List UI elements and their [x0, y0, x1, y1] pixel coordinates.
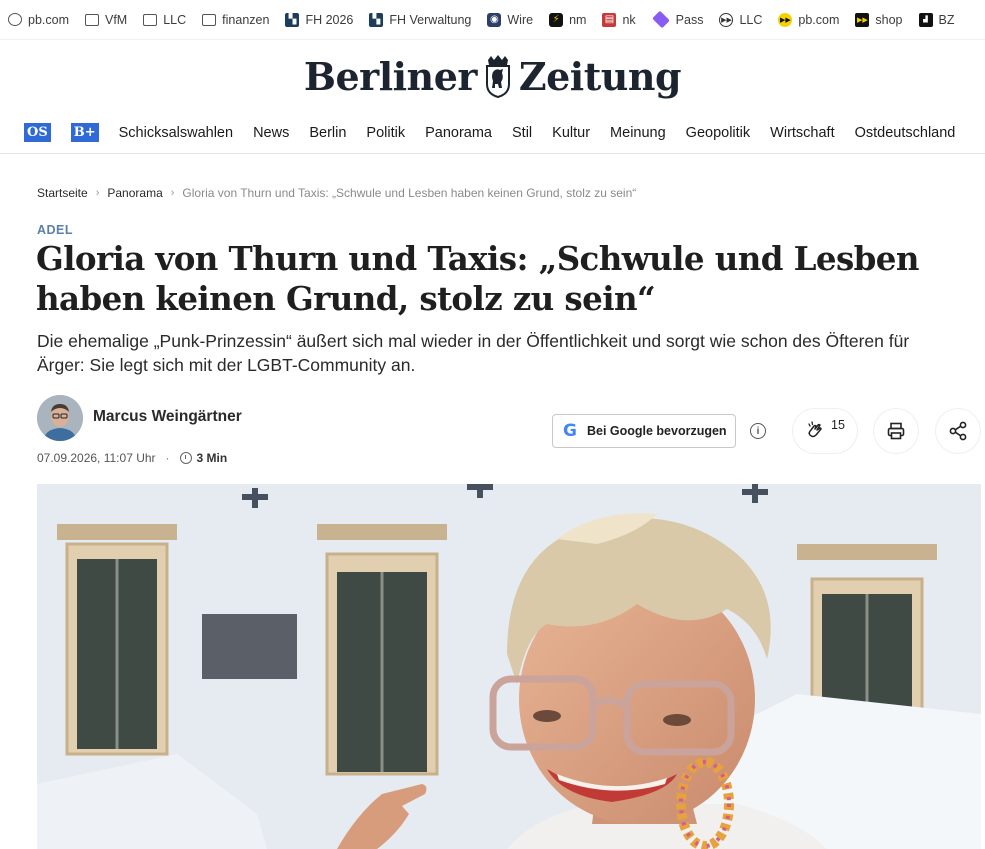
bookmark-finanzen[interactable]: finanzen	[194, 6, 277, 34]
bookmark-llc[interactable]: ▶▶ LLC	[711, 6, 770, 34]
nav-item-meinung[interactable]: Meinung	[610, 125, 666, 141]
bookmark-llc-folder[interactable]: LLC	[135, 6, 194, 34]
read-time-value: 3 Min	[196, 451, 228, 465]
fast-forward-icon: ▶▶	[778, 12, 793, 27]
hero-photo-illustration	[37, 484, 981, 849]
printer-icon	[887, 422, 905, 440]
bookmark-pb-com[interactable]: pb.com	[0, 6, 77, 34]
bookmark-shop[interactable]: ▶▶ shop	[847, 6, 910, 34]
clock-icon	[179, 452, 192, 464]
os-badge[interactable]: OS	[24, 123, 51, 142]
article-kicker: ADEL	[37, 223, 74, 237]
nav-item-geopolitik[interactable]: Geopolitik	[686, 125, 750, 141]
bookmarks-bar: pb.com VfM LLC finanzen ▚ FH 2026 ▚ FH Ver…	[0, 0, 985, 40]
globe-icon	[8, 13, 22, 26]
llc-icon: ▶▶	[719, 12, 734, 27]
folder-icon	[202, 13, 217, 26]
info-icon[interactable]: i	[750, 423, 766, 439]
bz-icon: ▟	[918, 12, 933, 27]
chevron-right-icon: ›	[170, 187, 175, 199]
bookmark-fh-verwaltung[interactable]: ▚ FH Verwaltung	[361, 6, 479, 34]
article-headline: Gloria von Thurn und Taxis: „Schwule und…	[36, 239, 919, 318]
article-meta: 07.09.2026, 11:07 Uhr · 3 Min	[37, 451, 227, 465]
main-navigation: OS B+ Schicksalswahlen News Berlin Polit…	[0, 112, 985, 154]
nav-item-stil[interactable]: Stil	[512, 125, 532, 141]
nav-item-berlin[interactable]: Berlin	[309, 125, 346, 141]
breadcrumb-current: Gloria von Thurn und Taxis: „Schwule und…	[182, 186, 637, 200]
breadcrumb-section[interactable]: Panorama	[107, 186, 162, 200]
bookmark-wire[interactable]: ◉ Wire	[479, 6, 541, 34]
article-lead: Die ehemalige „Punk-Prinzessin“ äußert s…	[37, 331, 910, 375]
bookmark-pb-com-2[interactable]: ▶▶ pb.com	[770, 6, 847, 34]
print-button[interactable]	[874, 409, 918, 453]
author-name[interactable]: Marcus Weingärtner	[93, 408, 242, 426]
masthead: Berliner Zeitung	[0, 40, 985, 112]
nav-item-ostdeutschland[interactable]: Ostdeutschland	[855, 125, 956, 141]
breadcrumb: Startseite › Panorama › Gloria von Thurn…	[37, 186, 636, 200]
clap-button[interactable]: 15	[793, 409, 857, 453]
nav-item-wirtschaft[interactable]: Wirtschaft	[770, 125, 834, 141]
fh-icon: ▚	[285, 12, 300, 27]
fh-icon: ▚	[369, 12, 384, 27]
berlin-bear-crest-icon	[485, 55, 510, 98]
bookmark-vfm[interactable]: VfM	[77, 6, 135, 34]
publish-date: 07.09.2026, 11:07 Uhr	[37, 451, 156, 465]
nm-icon: ⚡	[549, 12, 564, 27]
logo-text-left: Berliner	[303, 53, 478, 99]
wire-icon: ◉	[487, 12, 502, 27]
google-icon: G	[563, 421, 577, 441]
separator-dot: ·	[165, 451, 170, 465]
nav-item-panorama[interactable]: Panorama	[425, 125, 492, 141]
pass-icon	[651, 10, 670, 29]
share-button[interactable]	[936, 409, 980, 453]
folder-icon	[85, 13, 99, 26]
bookmark-nm[interactable]: ⚡ nm	[541, 6, 594, 34]
logo-text-right: Zeitung	[518, 53, 682, 99]
clap-hands-icon	[808, 421, 822, 438]
share-icon	[949, 421, 967, 441]
read-time: 3 Min	[179, 451, 228, 465]
nav-item-schicksalswahlen[interactable]: Schicksalswahlen	[119, 125, 233, 141]
bplus-badge[interactable]: B+	[70, 123, 99, 142]
breadcrumb-home[interactable]: Startseite	[37, 186, 88, 200]
bookmark-bz[interactable]: ▟ BZ	[911, 6, 963, 34]
nav-item-kultur[interactable]: Kultur	[552, 125, 590, 141]
google-prefer-button[interactable]: G Bei Google bevorzugen	[552, 414, 736, 448]
folder-icon	[143, 13, 158, 26]
nav-item-news[interactable]: News	[253, 125, 289, 141]
author-portrait-icon	[37, 395, 83, 441]
clap-count: 15	[831, 418, 845, 432]
google-prefer-label: Bei Google bevorzugen	[586, 424, 727, 438]
berliner-zeitung-logo[interactable]: Berliner Zeitung	[303, 53, 682, 99]
bookmark-fh-2026[interactable]: ▚ FH 2026	[277, 6, 361, 34]
shop-icon: ▶▶	[855, 12, 870, 27]
bookmark-pass[interactable]: Pass	[644, 6, 712, 34]
chevron-right-icon: ›	[95, 187, 100, 199]
article-hero-image[interactable]	[37, 484, 981, 849]
bookmark-nk[interactable]: ▤ nk	[594, 6, 643, 34]
author-avatar[interactable]	[37, 395, 83, 441]
nk-icon: ▤	[602, 12, 617, 27]
nav-item-politik[interactable]: Politik	[366, 125, 405, 141]
